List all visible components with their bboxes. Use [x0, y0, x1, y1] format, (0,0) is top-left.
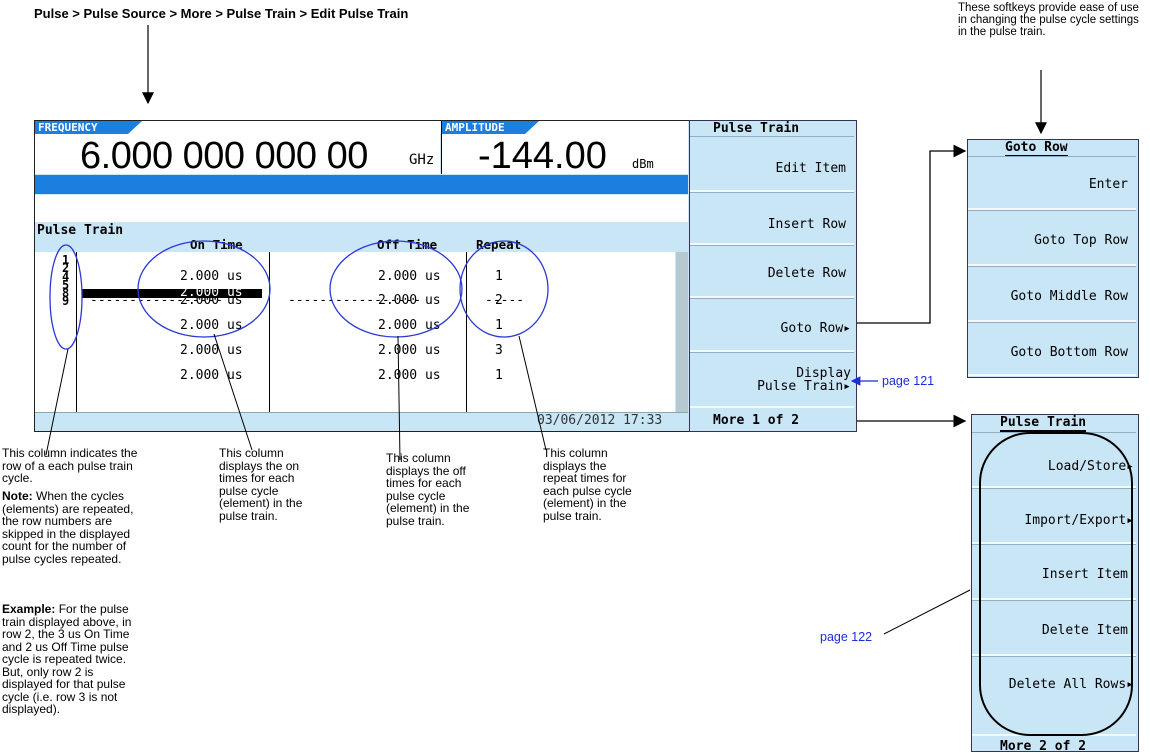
on-caption-pointer: [213, 333, 253, 451]
annotation-overlay: [45, 25, 1133, 736]
repeat-ellipse: [459, 240, 549, 338]
goto-row-connector: [857, 144, 967, 324]
off-caption-pointer: [397, 335, 401, 461]
on-time-ellipse: [137, 240, 271, 338]
more-panel-outline: [979, 432, 1133, 736]
repeat-caption-pointer: [518, 335, 547, 451]
row-column-ellipse: [49, 244, 83, 350]
page-122-line: [883, 589, 971, 635]
off-time-ellipse: [329, 240, 463, 338]
row-caption-pointer: [45, 348, 69, 456]
